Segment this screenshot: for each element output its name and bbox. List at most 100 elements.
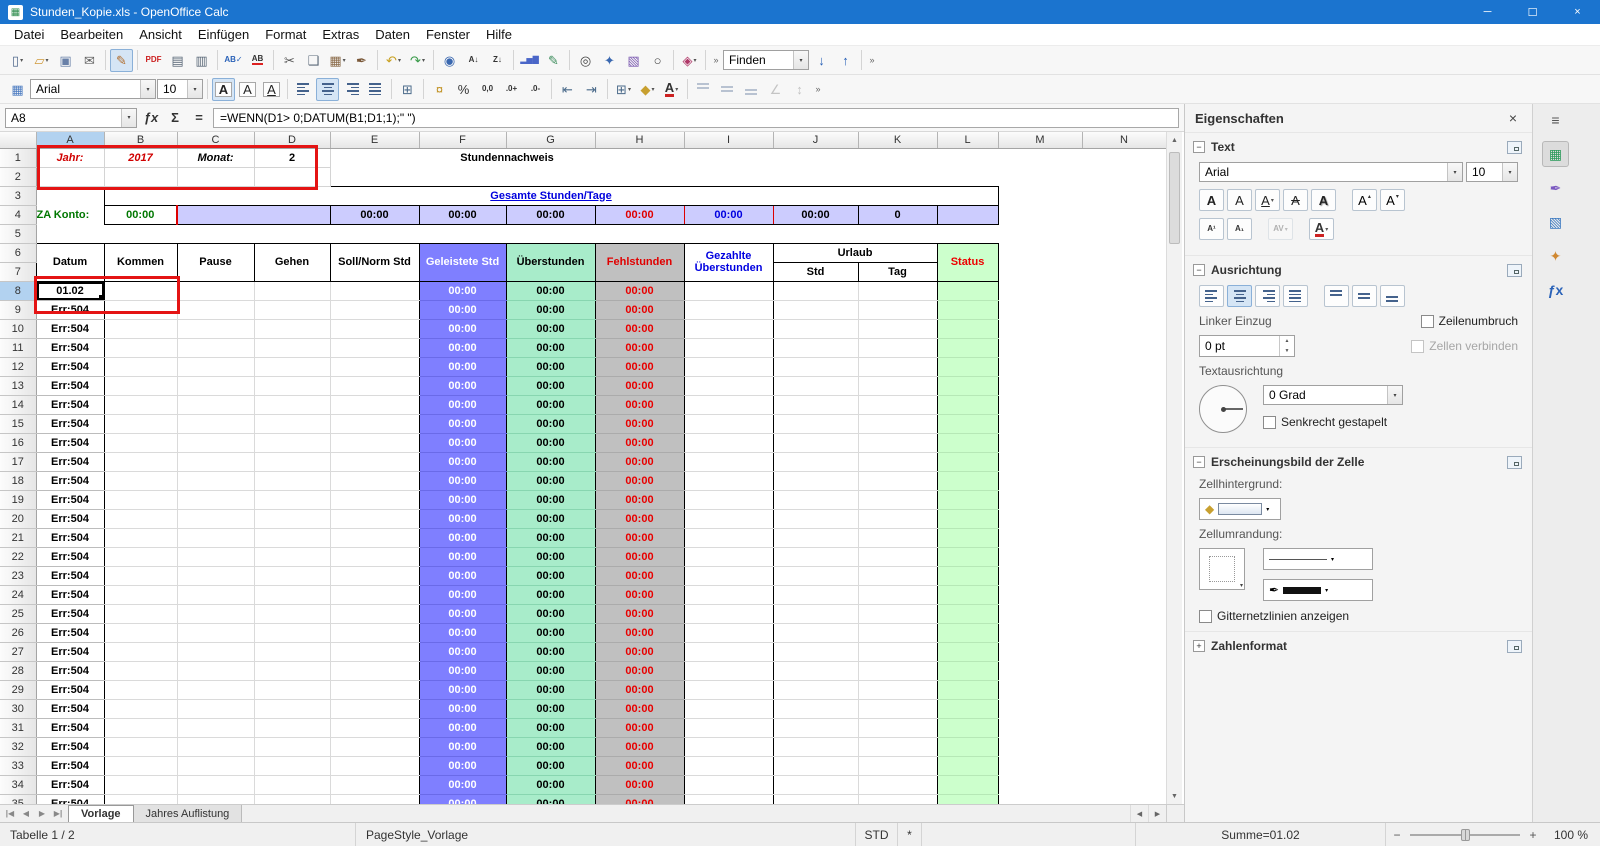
cell[interactable] (1082, 281, 1166, 300)
dropdown-icon[interactable]: ▾ (1502, 163, 1517, 181)
undo-icon[interactable]: ↶ ▾ (382, 49, 405, 72)
cell[interactable] (104, 471, 178, 491)
cell-datum[interactable]: Err:504 (35, 338, 105, 358)
cell-background-color-picker[interactable]: ◆ ▾ (1199, 498, 1282, 520)
navigator-deck-icon[interactable]: ✦ (1542, 243, 1569, 269)
cell[interactable] (330, 414, 419, 434)
cell[interactable] (177, 414, 255, 434)
formula-icon[interactable]: = (189, 110, 209, 125)
cell[interactable] (36, 167, 105, 187)
cell[interactable] (998, 243, 1082, 281)
cell-status[interactable] (937, 528, 999, 548)
cell[interactable] (104, 338, 178, 358)
align-left-icon[interactable] (292, 78, 315, 101)
cell[interactable] (1082, 680, 1166, 699)
increase-indent-icon[interactable]: ⇥ (580, 78, 603, 101)
cell-fehlstunden[interactable]: 00:00 (595, 642, 685, 662)
cell[interactable] (684, 699, 774, 719)
select-all-corner[interactable] (0, 132, 37, 149)
menu-datei[interactable]: Datei (6, 25, 52, 44)
zoom-icon[interactable]: ○ (646, 49, 669, 72)
cell[interactable] (595, 224, 684, 243)
menu-hilfe[interactable]: Hilfe (478, 25, 520, 44)
cell[interactable] (330, 148, 419, 167)
cell-za-label[interactable]: ZA Konto: (36, 205, 104, 224)
find-toolbar-options-icon[interactable]: » (866, 55, 878, 65)
cell[interactable] (177, 167, 255, 187)
cell[interactable] (254, 204, 330, 225)
cell[interactable] (1082, 452, 1166, 471)
strikethrough-icon[interactable]: A (1283, 189, 1308, 211)
font-name-combobox[interactable]: Arial ▾ (30, 79, 156, 99)
vertical-scrollbar-thumb[interactable] (1169, 152, 1180, 244)
cell[interactable] (104, 680, 178, 700)
cell-geleistete-std[interactable]: 00:00 (418, 414, 507, 434)
header-ueberstunden[interactable]: Überstunden (505, 242, 596, 282)
cell[interactable] (104, 319, 178, 339)
shadow-icon[interactable]: A (1311, 189, 1336, 211)
row-header-10[interactable]: 10 (0, 319, 37, 339)
save-icon[interactable]: ▣ (54, 49, 77, 72)
scroll-left-icon[interactable]: ◀ (1130, 805, 1148, 822)
cell-datum[interactable]: Err:504 (35, 376, 105, 396)
menu-einfuegen[interactable]: Einfügen (190, 25, 257, 44)
cell[interactable] (254, 224, 330, 243)
alignment-dialog-launcher-icon[interactable] (1507, 263, 1522, 277)
cell[interactable] (858, 357, 938, 377)
cell-fehlstunden[interactable]: 00:00 (595, 604, 685, 624)
cell[interactable] (937, 224, 998, 243)
cell[interactable] (254, 604, 331, 624)
cell[interactable] (684, 357, 774, 377)
cell-datum[interactable]: Err:504 (35, 566, 105, 586)
cell[interactable] (177, 204, 254, 225)
cell[interactable] (254, 566, 331, 586)
cell-ueberstunden[interactable]: 00:00 (506, 471, 596, 491)
cell[interactable] (177, 452, 255, 472)
column-header-J[interactable]: J (773, 132, 859, 149)
cell[interactable] (104, 794, 178, 804)
function-wizard-icon[interactable]: ƒx (141, 110, 161, 125)
cell[interactable] (858, 224, 937, 243)
collapse-icon[interactable]: − (1193, 141, 1205, 153)
cell[interactable] (858, 718, 938, 738)
cell[interactable] (177, 547, 255, 567)
cell[interactable] (773, 490, 859, 510)
scroll-right-icon[interactable]: ▶ (1148, 805, 1166, 822)
cell-status[interactable] (937, 319, 999, 339)
cell[interactable] (104, 300, 178, 320)
align-right-icon[interactable] (1255, 285, 1280, 307)
cell-datum[interactable]: Err:504 (35, 585, 105, 605)
cell[interactable] (773, 794, 859, 804)
cell[interactable] (773, 547, 859, 567)
dropdown-icon[interactable]: ▾ (121, 108, 136, 127)
cell[interactable] (684, 566, 774, 586)
row-header-8[interactable]: 8 (0, 281, 37, 301)
align-justify-icon[interactable] (364, 78, 387, 101)
superscript-icon[interactable]: A¹ (1199, 218, 1224, 240)
cell[interactable] (684, 376, 774, 396)
cell-fehlstunden[interactable]: 00:00 (595, 680, 685, 700)
cell[interactable] (1082, 300, 1166, 319)
cell-datum[interactable]: Err:504 (35, 718, 105, 738)
cell[interactable] (104, 775, 178, 795)
cell-fehlstunden[interactable]: 00:00 (595, 490, 685, 510)
open-icon[interactable]: ▱ ▾ (30, 49, 53, 72)
expand-icon[interactable]: + (1193, 640, 1205, 652)
align-bottom-icon[interactable] (740, 78, 763, 101)
cell[interactable] (684, 680, 774, 700)
cell-datum[interactable]: Err:504 (35, 319, 105, 339)
cell[interactable] (998, 604, 1082, 623)
stepper-arrows[interactable]: ▲ ▼ (1279, 336, 1294, 356)
cell-geleistete-std[interactable]: 00:00 (418, 281, 507, 301)
cell[interactable] (998, 167, 1082, 186)
cell[interactable] (506, 167, 595, 186)
border-line-style-picker[interactable]: ▾ (1263, 548, 1373, 570)
cell[interactable] (773, 148, 858, 167)
draw-functions-icon[interactable]: ✎ (542, 49, 565, 72)
cell[interactable] (998, 775, 1082, 794)
cell-status[interactable] (937, 718, 999, 738)
cell-geleistete-std[interactable]: 00:00 (418, 452, 507, 472)
toolbar-options-icon[interactable]: » (710, 55, 722, 65)
cell[interactable] (684, 642, 774, 662)
spellcheck-icon[interactable]: AB✓ (222, 49, 245, 72)
